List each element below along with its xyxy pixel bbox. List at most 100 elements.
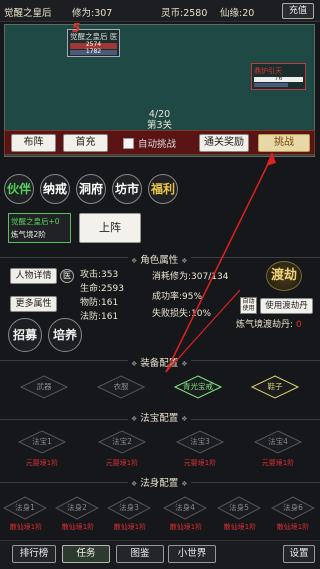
formation-button[interactable]: 布阵 — [11, 134, 56, 152]
equip-slot-ring[interactable]: 青光宝戒 — [174, 375, 222, 399]
tribulation-button[interactable]: 渡劫 — [266, 261, 302, 291]
menu-companion-button[interactable]: 伙伴 — [4, 174, 34, 204]
player-level-mark: 5 — [72, 21, 81, 35]
player-hp-value: 2574 — [85, 41, 102, 48]
train-button[interactable]: 培养 — [48, 318, 82, 352]
equipment-section-title: 装备配置 — [128, 355, 191, 369]
top-status-bar: 觉醒之皇后 修为:307 灵币:2580 仙缘:20 充值 — [0, 0, 320, 22]
treasure-slot-req: 元婴境1阶 — [183, 459, 217, 467]
deploy-button[interactable]: 上阵 — [79, 213, 141, 243]
settings-button[interactable]: 设置 — [283, 545, 315, 563]
enemy-hp-bar: 76 — [254, 75, 303, 82]
pill-count: 炼气境渡劫丹: 0 — [236, 317, 302, 330]
avatar-slot-label: 法身1 — [15, 503, 35, 512]
attributes-section-title: 角色属性 — [128, 252, 191, 266]
immortal-fate-value: 仙缘:20 — [220, 8, 255, 19]
use-pill-button[interactable]: 使用渡劫丹 — [260, 298, 313, 314]
menu-market-button[interactable]: 坊市 — [112, 174, 142, 204]
auto-use-checkbox[interactable]: 自动使用 — [240, 297, 257, 314]
treasure-slot-label: 法宝1 — [32, 437, 52, 446]
phys-def-stat: 物防:161 — [80, 298, 119, 308]
avatar-slot-label: 法身3 — [119, 503, 139, 512]
menu-cave-button[interactable]: 洞府 — [76, 174, 106, 204]
avatar-slot-req: 散仙境1阶 — [169, 523, 203, 531]
treasure-slot-label: 法宝2 — [112, 437, 132, 446]
treasure-slot-4[interactable]: 法宝4 — [254, 430, 302, 454]
consume-cultivation: 消耗修为:307/134 — [152, 272, 229, 282]
person-detail-button[interactable]: 人物详情 — [10, 268, 57, 284]
enemy-unit-card[interactable]: 鼎炉引天 76 — [251, 63, 306, 90]
avatar-slot-label: 法身5 — [229, 503, 249, 512]
auto-challenge-label: 自动挑战 — [138, 139, 177, 150]
equip-slot-label: 武器 — [36, 382, 52, 391]
equip-slot-label: 衣服 — [113, 382, 129, 391]
attack-stat: 攻击:353 — [80, 270, 119, 280]
stage-progress: 4/20 第3关 — [5, 109, 314, 131]
avatar-section-title: 法身配置 — [128, 475, 191, 489]
treasure-slot-req: 元婴境1阶 — [105, 459, 139, 467]
avatar-slot-1[interactable]: 法身1 — [3, 496, 47, 520]
recharge-button[interactable]: 充值 — [282, 3, 314, 19]
companion-realm: 炼气境2阶 — [11, 230, 46, 239]
player-mp-value: 1782 — [85, 48, 102, 55]
avatar-slot-req: 散仙境1阶 — [9, 523, 43, 531]
battle-action-bar: 布阵 首充 自动挑战 通关奖励 挑战 — [4, 130, 315, 155]
auto-challenge-checkbox[interactable] — [123, 137, 134, 149]
menu-storage-ring-button[interactable]: 纳戒 — [40, 174, 70, 204]
recruit-button[interactable]: 招募 — [8, 318, 42, 352]
avatar-slot-req: 散仙境1阶 — [113, 523, 147, 531]
avatar-slot-req: 散仙境1阶 — [276, 523, 310, 531]
avatar-slot-4[interactable]: 法身4 — [163, 496, 207, 520]
equip-slot-clothes[interactable]: 衣服 — [97, 375, 145, 399]
treasure-slot-1[interactable]: 法宝1 — [18, 430, 66, 454]
spirit-coin-value: 灵币:2580 — [161, 8, 208, 19]
avatar-slot-3[interactable]: 法身3 — [107, 496, 151, 520]
auto-challenge-toggle[interactable]: 自动挑战 — [123, 136, 176, 150]
atlas-button[interactable]: 图鉴 — [116, 545, 164, 563]
avatar-slot-6[interactable]: 法身6 — [271, 496, 315, 520]
bottom-nav: 排行榜 任务 图鉴 小世界 设置 — [0, 540, 320, 569]
class-tag: 医 — [60, 269, 74, 283]
menu-welfare-button[interactable]: 福利 — [148, 174, 178, 204]
magic-def-stat: 法防:161 — [80, 312, 119, 322]
avatar-slot-req: 散仙境1阶 — [61, 523, 95, 531]
treasure-slot-label: 法宝3 — [190, 437, 210, 446]
cultivation-value: 修为:307 — [72, 8, 113, 19]
tasks-button[interactable]: 任务 — [62, 545, 110, 563]
avatar-slot-req: 散仙境1阶 — [223, 523, 257, 531]
first-recharge-button[interactable]: 首充 — [63, 134, 108, 152]
treasure-section-title: 法宝配置 — [128, 410, 191, 424]
player-name: 觉醒之皇后 — [4, 8, 52, 19]
wave-counter: 4/20 — [148, 109, 171, 120]
pill-count-value: 0 — [296, 320, 302, 330]
treasure-slot-req: 元婴境1阶 — [25, 459, 59, 467]
enemy-mp-bar — [254, 83, 289, 87]
ranking-button[interactable]: 排行榜 — [12, 545, 56, 563]
avatar-slot-label: 法身6 — [283, 503, 303, 512]
treasure-slot-3[interactable]: 法宝3 — [176, 430, 224, 454]
avatar-slot-5[interactable]: 法身5 — [217, 496, 261, 520]
equip-slot-label: 青光宝戒 — [183, 382, 213, 391]
treasure-slot-2[interactable]: 法宝2 — [98, 430, 146, 454]
pill-label: 炼气境渡劫丹: — [236, 320, 294, 330]
companion-name: 觉醒之皇后+0 — [11, 217, 60, 226]
player-unit-card[interactable]: 5 觉醒之皇后 医 2574 1782 — [67, 21, 120, 57]
equip-slot-weapon[interactable]: 武器 — [20, 375, 68, 399]
enemy-hp-value: 76 — [274, 75, 283, 82]
success-rate: 成功率:95% — [152, 292, 203, 302]
hp-stat: 生命:2593 — [80, 284, 124, 294]
small-world-button[interactable]: 小世界 — [168, 545, 216, 563]
more-attributes-button[interactable]: 更多属性 — [10, 296, 57, 312]
fail-loss: 失败损失:10% — [152, 309, 212, 319]
treasure-slot-label: 法宝4 — [268, 437, 288, 446]
companion-card[interactable]: 觉醒之皇后+0 炼气境2阶 — [8, 213, 71, 243]
avatar-slot-label: 法身4 — [175, 503, 195, 512]
equip-slot-shoes[interactable]: 鞋子 — [251, 375, 299, 399]
avatar-slot-2[interactable]: 法身2 — [55, 496, 99, 520]
equip-slot-label: 鞋子 — [267, 382, 283, 391]
avatar-slot-label: 法身2 — [67, 503, 87, 512]
player-mp-bar: 1782 — [70, 48, 117, 55]
challenge-button[interactable]: 挑战 — [258, 134, 310, 152]
clear-reward-button[interactable]: 通关奖励 — [199, 134, 249, 152]
treasure-slot-req: 元婴境1阶 — [261, 459, 295, 467]
